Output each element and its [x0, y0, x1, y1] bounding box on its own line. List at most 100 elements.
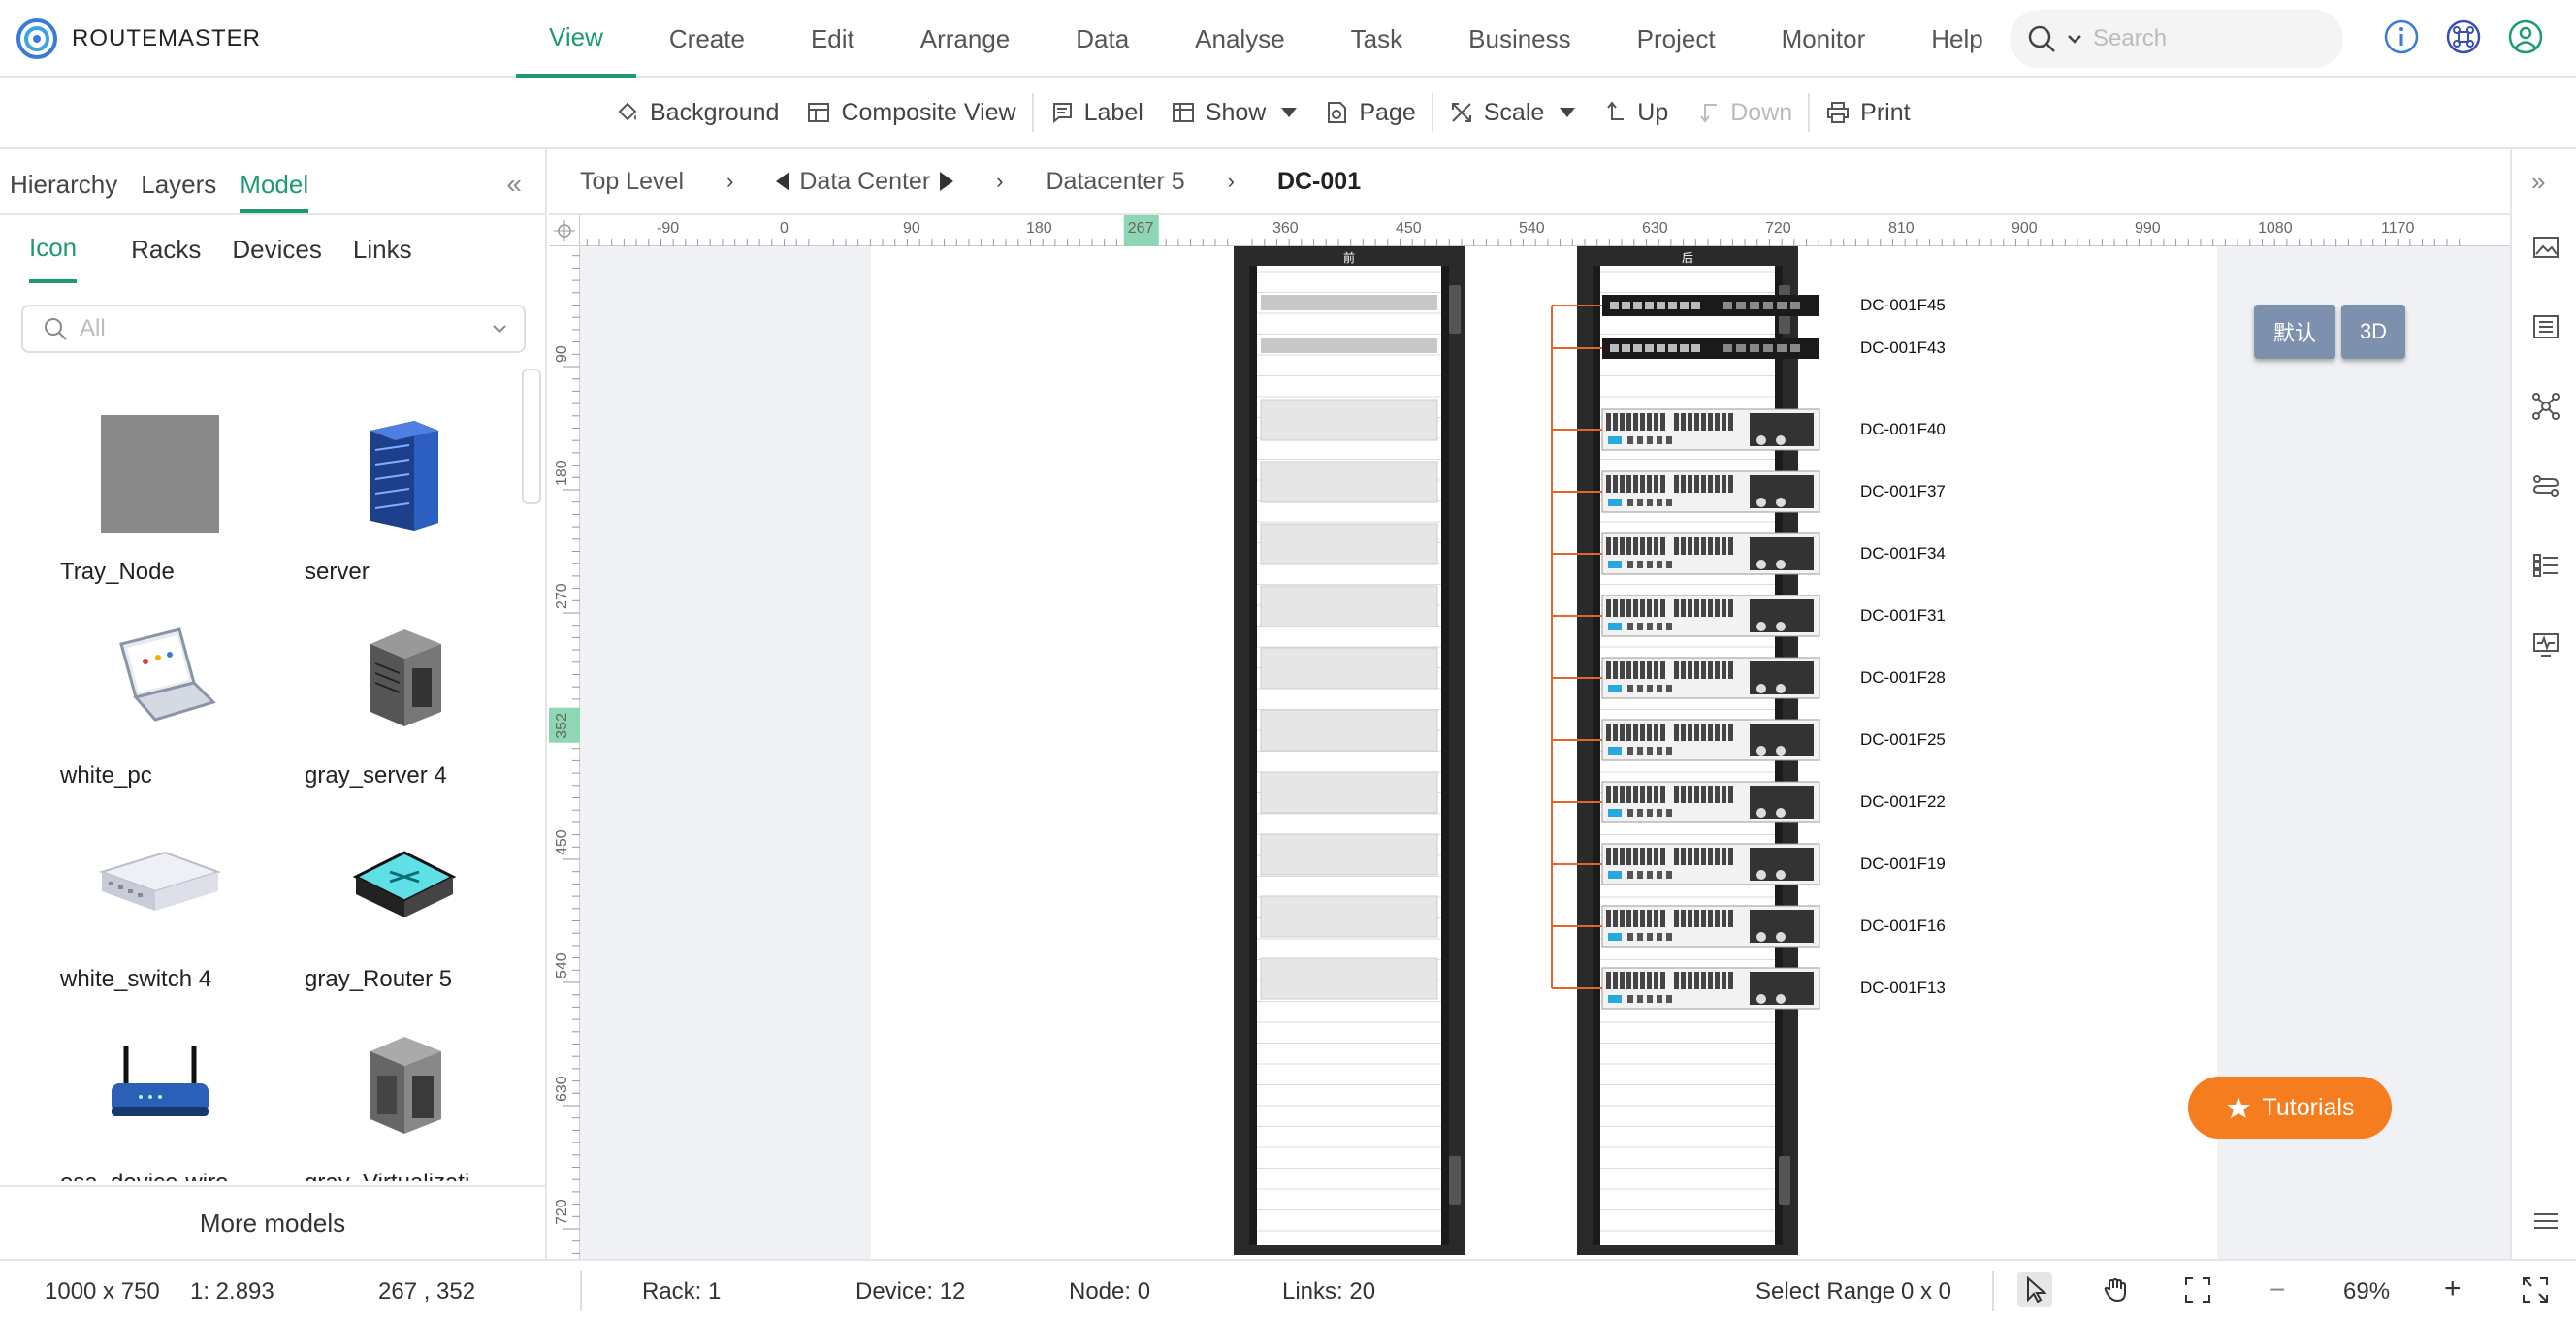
model-item-gray-router-5[interactable]: gray_Router 5 — [303, 809, 520, 1003]
front-server-slot[interactable] — [1260, 523, 1438, 565]
menu-view[interactable]: View — [516, 0, 636, 78]
menu-monitor[interactable]: Monitor — [1749, 0, 1899, 78]
model-item-white-pc[interactable]: white_pc — [58, 605, 291, 799]
monitor-icon[interactable] — [2531, 630, 2560, 660]
triangle-right-icon[interactable] — [940, 172, 954, 191]
triangle-left-icon[interactable] — [776, 172, 790, 191]
default-view-button[interactable]: 默认 — [2254, 305, 2335, 359]
rack-device[interactable] — [1601, 470, 1820, 513]
rack-device[interactable] — [1602, 295, 1819, 316]
chevron-down-icon[interactable] — [2066, 30, 2083, 48]
filter-input[interactable] — [80, 315, 467, 342]
subtab-devices[interactable]: Devices — [232, 215, 321, 283]
menu-task[interactable]: Task — [1318, 0, 1435, 78]
menu-business[interactable]: Business — [1435, 0, 1604, 78]
label-button[interactable]: Label — [1036, 89, 1157, 136]
front-server-slot[interactable] — [1260, 957, 1438, 1000]
rack-device[interactable] — [1601, 408, 1820, 451]
rack-device[interactable] — [1602, 338, 1819, 359]
more-models-button[interactable]: More models — [0, 1185, 545, 1259]
panel-scrollbar[interactable] — [522, 369, 541, 504]
search-icon — [2028, 25, 2055, 52]
composite-view-button[interactable]: Composite View — [792, 89, 1029, 136]
command-icon[interactable] — [2444, 17, 2483, 56]
status-divider — [580, 1271, 582, 1311]
menu-help[interactable]: Help — [1898, 0, 2015, 78]
menu-analyse[interactable]: Analyse — [1162, 0, 1318, 78]
up-button[interactable]: Up — [1589, 89, 1682, 136]
zoom-in-button[interactable]: + — [2444, 1272, 2462, 1305]
rack-device[interactable] — [1601, 967, 1820, 1010]
model-item-gray-virtualization[interactable]: gray_Virtualizati — [303, 1013, 520, 1181]
model-item-label: Tray_Node — [60, 559, 175, 585]
rack-device[interactable] — [1601, 781, 1820, 823]
breadcrumb-data-center[interactable]: Data Center — [776, 168, 954, 196]
front-server-slot[interactable] — [1260, 585, 1438, 627]
model-item-gray-server-4[interactable]: gray_server 4 — [303, 605, 520, 799]
model-item-server[interactable]: server — [303, 402, 520, 595]
info-icon[interactable] — [2382, 17, 2421, 56]
subtab-links[interactable]: Links — [353, 215, 412, 283]
3d-view-button[interactable]: 3D — [2341, 305, 2405, 359]
model-item-tray-node[interactable]: Tray_Node — [58, 402, 291, 595]
model-filter[interactable] — [21, 305, 526, 353]
print-button[interactable]: Print — [1812, 89, 1923, 136]
front-rack[interactable]: 前 — [1234, 246, 1465, 1255]
front-server-slot[interactable] — [1260, 709, 1438, 752]
user-icon[interactable] — [2506, 17, 2545, 56]
front-server-slot[interactable] — [1260, 833, 1438, 876]
menu-arrange[interactable]: Arrange — [887, 0, 1044, 78]
rack-device[interactable] — [1601, 595, 1820, 637]
rack-device[interactable] — [1601, 843, 1820, 885]
expand-right-icon[interactable]: » — [2531, 167, 2560, 196]
fit-screen-icon[interactable] — [2180, 1272, 2215, 1307]
task-list-icon[interactable] — [2531, 551, 2560, 580]
hand-tool-icon[interactable] — [2099, 1272, 2134, 1307]
show-dropdown[interactable]: Show — [1157, 89, 1311, 136]
menu-project[interactable]: Project — [1604, 0, 1749, 78]
rack-device[interactable] — [1601, 532, 1820, 575]
front-switch-slot[interactable] — [1261, 295, 1437, 310]
front-server-slot[interactable] — [1260, 647, 1438, 690]
model-item-white-switch-4[interactable]: white_switch 4 — [58, 809, 291, 1003]
tab-layers[interactable]: Layers — [141, 170, 216, 213]
subtab-icon[interactable]: Icon — [29, 215, 78, 283]
pointer-tool-icon[interactable] — [2017, 1272, 2052, 1307]
menu-edit[interactable]: Edit — [778, 0, 887, 78]
tutorials-button[interactable]: Tutorials — [2188, 1077, 2392, 1139]
fullscreen-icon[interactable] — [2520, 1274, 2551, 1305]
menu-data[interactable]: Data — [1043, 0, 1162, 78]
menu-create[interactable]: Create — [636, 0, 778, 78]
page-button[interactable]: Page — [1310, 89, 1429, 136]
subtab-racks[interactable]: Racks — [131, 215, 201, 283]
front-server-slot[interactable] — [1260, 771, 1438, 814]
front-server-slot[interactable] — [1260, 399, 1438, 441]
tab-model[interactable]: Model — [240, 170, 309, 213]
collapse-panel-icon[interactable]: « — [506, 169, 522, 200]
model-item-osa-device-wire[interactable]: osa_device-wire — [58, 1013, 291, 1181]
front-server-slot[interactable] — [1260, 461, 1438, 503]
zoom-out-button[interactable]: − — [2270, 1274, 2285, 1305]
list-icon[interactable] — [2531, 312, 2560, 341]
down-button[interactable]: Down — [1682, 89, 1806, 136]
image-icon[interactable] — [2531, 233, 2560, 262]
route-icon[interactable] — [2531, 471, 2560, 500]
background-button[interactable]: Background — [601, 89, 792, 136]
search-input[interactable] — [2093, 25, 2287, 52]
hamburger-menu-icon[interactable] — [2531, 1206, 2560, 1236]
front-server-slot[interactable] — [1260, 895, 1438, 938]
rack-device[interactable] — [1601, 657, 1820, 699]
status-divider — [1992, 1271, 1994, 1311]
canvas[interactable]: -180-90090180267360450540630720810900990… — [549, 215, 2510, 1259]
chevron-down-icon[interactable] — [491, 320, 508, 338]
scale-dropdown[interactable]: Scale — [1435, 89, 1590, 136]
breadcrumb-top-level[interactable]: Top Level — [580, 168, 684, 196]
search-box[interactable] — [2010, 10, 2343, 68]
front-switch-slot[interactable] — [1261, 338, 1437, 353]
tab-hierarchy[interactable]: Hierarchy — [10, 170, 117, 213]
breadcrumb-datacenter-5[interactable]: Datacenter 5 — [1046, 168, 1184, 196]
rack-device[interactable] — [1601, 905, 1820, 948]
logo[interactable]: ROUTEMASTER — [16, 17, 261, 60]
rack-device[interactable] — [1601, 719, 1820, 761]
network-icon[interactable] — [2531, 392, 2560, 421]
